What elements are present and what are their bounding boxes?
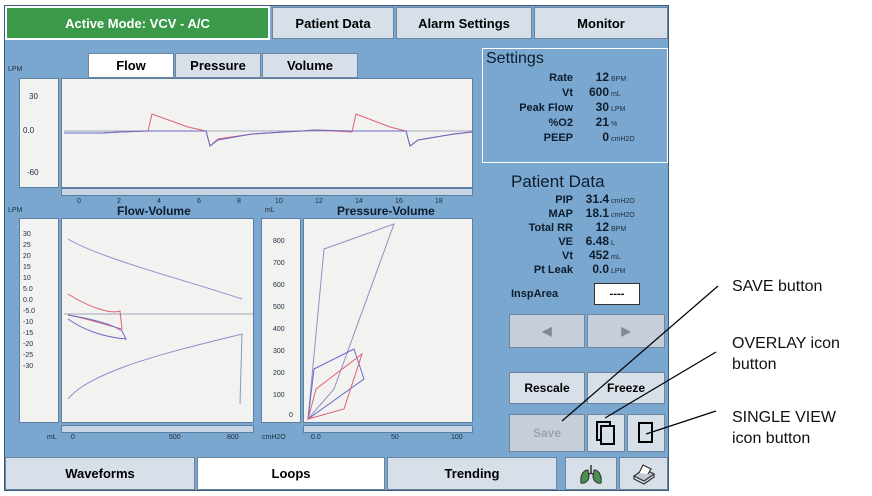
overlay-callout-label: OVERLAY icon button (732, 335, 840, 373)
overlay-callout-line (604, 351, 717, 419)
save-callout-line (561, 285, 719, 422)
save-callout-label: SAVE button (732, 278, 823, 295)
single-callout-line (645, 410, 717, 435)
single-callout-label: SINGLE VIEW icon button (732, 409, 837, 447)
